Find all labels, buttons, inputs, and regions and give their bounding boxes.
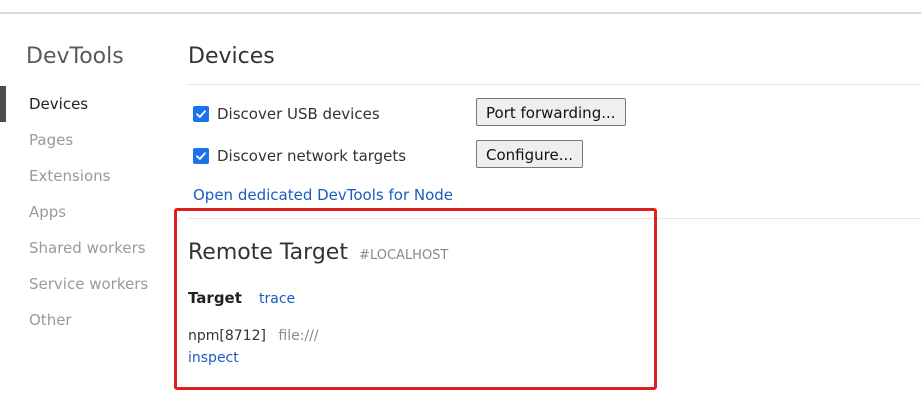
target-label: Target [188, 289, 242, 307]
discover-usb-label: Discover USB devices [217, 105, 380, 123]
check-icon [196, 152, 206, 160]
sidebar-item-pages[interactable]: Pages [0, 122, 170, 158]
process-url: file:/// [278, 328, 319, 344]
sidebar-item-service-workers[interactable]: Service workers [0, 266, 170, 302]
check-icon [196, 110, 206, 118]
inspect-link[interactable]: inspect [188, 350, 239, 366]
sidebar-nav: Devices Pages Extensions Apps Shared wor… [0, 86, 170, 338]
trace-link[interactable]: trace [259, 291, 295, 307]
discover-usb-option: Discover USB devices [193, 99, 380, 129]
main-panel: Devices Discover USB devices Port forwar… [188, 14, 921, 404]
sidebar-item-shared-workers[interactable]: Shared workers [0, 230, 170, 266]
page-title: Devices [188, 44, 275, 69]
discover-network-label: Discover network targets [217, 147, 407, 165]
sidebar-item-apps[interactable]: Apps [0, 194, 170, 230]
open-node-devtools-link[interactable]: Open dedicated DevTools for Node [193, 186, 453, 204]
target-row: Target trace [188, 288, 295, 307]
remote-target-host: #LOCALHOST [359, 248, 449, 263]
process-row: npm[8712] file:/// [188, 328, 319, 344]
sidebar-title: DevTools [26, 44, 124, 69]
discover-network-option: Discover network targets [193, 141, 406, 171]
configure-button[interactable]: Configure... [476, 140, 584, 168]
sidebar-item-devices[interactable]: Devices [0, 86, 170, 122]
section-divider [188, 218, 921, 219]
port-forwarding-button[interactable]: Port forwarding... [476, 98, 626, 126]
sidebar: DevTools Devices Pages Extensions Apps S… [0, 14, 170, 404]
discover-usb-checkbox[interactable] [193, 106, 209, 122]
discover-network-checkbox[interactable] [193, 148, 209, 164]
section-divider [188, 84, 921, 85]
remote-target-header: Remote Target #LOCALHOST [188, 240, 448, 265]
sidebar-item-extensions[interactable]: Extensions [0, 158, 170, 194]
sidebar-item-other[interactable]: Other [0, 302, 170, 338]
remote-target-title: Remote Target [188, 240, 348, 265]
process-name: npm[8712] [188, 328, 266, 344]
